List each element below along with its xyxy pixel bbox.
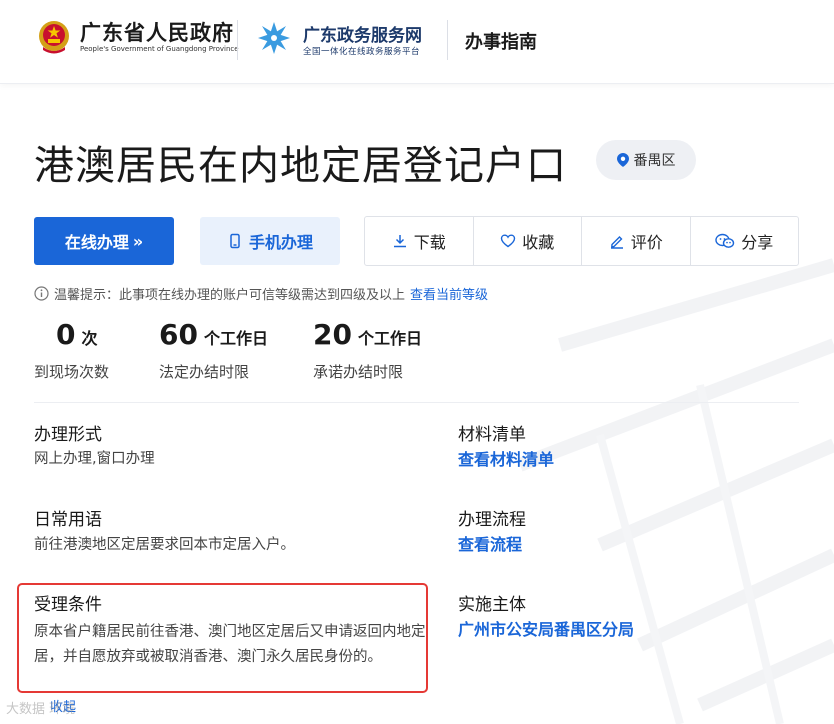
usage-text: 前往港澳地区定居要求回本市定居入户。: [34, 537, 295, 553]
download-icon: [393, 235, 406, 248]
heart-icon: [501, 234, 516, 248]
action-button-group: 下载 收藏 评价 分享: [364, 216, 799, 266]
stat-promised-limit: 20 个工作日 承诺办结时限: [313, 318, 422, 381]
edit-pen-icon: [610, 236, 623, 249]
favorite-button[interactable]: 收藏: [474, 217, 582, 265]
mobile-apply-label: 手机办理: [248, 233, 313, 252]
form-title: 办理形式: [34, 425, 102, 445]
government-name[interactable]: 广东省人民政府: [80, 17, 234, 47]
stat-promised-limit-unit: 个工作日: [357, 329, 422, 348]
stat-legal-limit: 60 个工作日 法定办结时限: [159, 318, 268, 381]
guide-nav-title[interactable]: 办事指南: [465, 28, 537, 54]
page-title: 港澳居民在内地定居登记户口: [34, 143, 567, 189]
view-materials-link[interactable]: 查看材料清单: [458, 446, 554, 470]
header-divider: [237, 20, 238, 60]
government-name-en: People's Government of Guangdong Provinc…: [80, 45, 239, 53]
agency-link[interactable]: 广州市公安局番禺区分局: [458, 616, 634, 640]
section-divider: [34, 402, 799, 403]
area-tag-label: 番禺区: [633, 153, 676, 169]
stat-legal-limit-label: 法定办结时限: [159, 363, 250, 381]
stat-visits: 0次 到现场次数: [34, 318, 109, 381]
account-level-tip: 温馨提示：此事项在线办理的账户可信等级需达到四级及以上 查看当前等级: [34, 284, 488, 303]
review-label: 评价: [630, 233, 663, 252]
service-platform-logo-icon[interactable]: [256, 20, 292, 56]
agency-title: 实施主体: [458, 595, 526, 615]
condition-title: 受理条件: [34, 595, 102, 615]
header-divider-2: [447, 20, 448, 60]
watermark-text: 大数据 环境: [6, 698, 75, 717]
watermark-text-part-1: 大数据: [6, 702, 46, 717]
wechat-icon: [715, 233, 735, 248]
double-chevron-right-icon: »: [132, 231, 144, 251]
mobile-phone-icon: [230, 233, 240, 249]
mobile-apply-button[interactable]: 手机办理: [200, 217, 340, 265]
info-icon: [34, 286, 49, 301]
stat-promised-limit-label: 承诺办结时限: [313, 363, 404, 381]
stat-legal-limit-unit: 个工作日: [203, 329, 268, 348]
view-level-link[interactable]: 查看当前等级: [410, 284, 488, 303]
stat-visits-unit: 次: [81, 329, 98, 348]
share-label: 分享: [741, 233, 774, 252]
stat-visits-number: 0: [56, 318, 76, 351]
usage-title: 日常用语: [34, 510, 102, 530]
national-emblem-icon[interactable]: [37, 19, 71, 55]
service-platform-name[interactable]: 广东政务服务网: [303, 21, 422, 46]
service-platform-subtitle: 全国一体化在线政务服务平台: [303, 47, 421, 57]
watermark-text-part-2: 环境: [49, 702, 76, 717]
online-apply-label: 在线办理: [64, 233, 129, 252]
condition-text: 原本省户籍居民前往香港、澳门地区定居后又申请返回内地定居，并自愿放弃或被取消香港…: [34, 624, 426, 665]
download-button[interactable]: 下载: [365, 217, 474, 265]
review-button[interactable]: 评价: [582, 217, 691, 265]
materials-title: 材料清单: [458, 425, 526, 445]
download-label: 下载: [413, 233, 446, 252]
location-pin-icon: [616, 153, 629, 167]
online-apply-button[interactable]: 在线办理 »: [34, 217, 174, 265]
tip-text: 温馨提示：此事项在线办理的账户可信等级需达到四级及以上: [54, 288, 406, 303]
favorite-label: 收藏: [522, 233, 555, 252]
stat-legal-limit-number: 60: [159, 318, 198, 351]
site-header: 广东省人民政府 People's Government of Guangdong…: [0, 0, 834, 84]
share-button[interactable]: 分享: [691, 217, 799, 265]
view-process-link[interactable]: 查看流程: [458, 531, 522, 555]
form-text: 网上办理,窗口办理: [34, 451, 155, 467]
process-title: 办理流程: [458, 510, 526, 530]
stat-promised-limit-number: 20: [313, 318, 352, 351]
area-tag[interactable]: 番禺区: [596, 140, 696, 180]
stat-visits-label: 到现场次数: [34, 363, 110, 381]
